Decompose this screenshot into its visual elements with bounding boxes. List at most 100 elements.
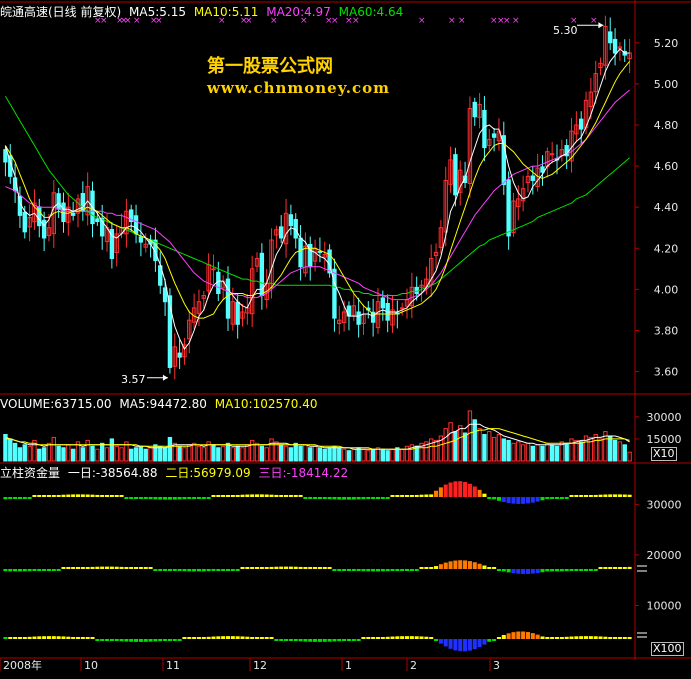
fund-bar [138,639,143,642]
fund-bar [211,495,216,497]
volume-tick-label: 15000 [647,433,682,446]
volume-bar [327,447,332,462]
fund-bar [264,637,269,639]
volume-bar [114,445,119,462]
fund-bar [259,637,264,639]
volume-bar [598,438,603,462]
volume-bar [269,438,274,462]
fund-bar [119,495,124,497]
fund-tick-label: 30000 [647,498,682,511]
fund-bar [100,639,105,641]
volume-bar [240,447,245,462]
volume-bar [182,447,187,462]
fund-bar [598,494,603,497]
fund-bar [337,569,342,571]
fund-bar [496,497,501,501]
fund-bar [467,561,472,569]
fund-bar [42,636,47,639]
fund-bar [356,569,361,572]
fund-bar [221,495,226,497]
fund-bar [138,567,143,569]
fund-bar [588,569,593,571]
fund-bar [240,636,245,639]
fund-bar [158,569,163,571]
fund-bar [366,569,371,572]
fund-bar [124,497,129,499]
fund-bar [245,494,250,497]
volume-bar [337,447,342,462]
volume-bar [220,445,226,462]
fund-bar [56,569,61,571]
fund-bar [448,639,453,649]
ma20-line [5,89,630,301]
volume-bar [443,428,448,462]
fund-bar [371,569,376,572]
fund-bar [598,636,603,639]
candle-body [70,212,76,216]
fund-bar [554,637,560,639]
volume-bar [177,445,182,462]
volume-bar [462,432,468,462]
volume-bar [66,444,71,462]
fund-bar [409,569,414,571]
ma10-label: MA10:5.11 [193,5,259,19]
fund-bar [303,639,308,642]
volume-bar [264,447,269,462]
fund-bar [51,636,56,639]
fund-bar [487,497,492,499]
fund-bar [269,637,274,639]
volume-bar [56,445,61,462]
fund-bar [172,497,177,500]
ma10-line [4,60,630,319]
fund-day3-label: 三日:-18414.22 [258,466,349,480]
fund-bar [13,569,18,572]
price-tick-label: 4.00 [654,283,679,296]
fund-bar [177,569,182,571]
fund-bar [187,569,192,572]
volume-ma5-label: MA5:94472.80 [119,397,207,411]
fund-bar [216,495,221,497]
xaxis-tick-label: 11 [166,659,180,672]
price-header: 皖通高速(日线 前复权) MA5:5.15 MA10:5.11 MA20:4.9… [0,5,403,19]
volume-bar [70,448,76,462]
volume-bar [279,444,284,462]
volume-bar [138,445,144,462]
volume-bar [622,444,627,462]
price-tick-label: 4.80 [654,119,679,132]
fund-bar [109,639,114,641]
volume-bar [487,431,492,462]
volume-bar [375,447,381,462]
xaxis-tick-label: 2 [410,659,417,672]
fund-bar [80,637,85,639]
volume-bar [119,447,124,462]
fund-bar [337,639,342,642]
fund-bar [400,569,405,571]
high-arrow-head [598,22,604,29]
fund-bar [269,566,274,569]
fund-bar [530,497,535,503]
price-tick-label: 4.60 [654,160,679,173]
fund-bar [574,636,579,639]
fund-bar [424,567,429,569]
volume-bar [298,445,303,462]
fund-bar [375,569,381,572]
low-annotation: 3.57 [121,373,146,386]
volume-bar [109,438,115,462]
fund-bar [434,639,439,641]
fund-bar [182,637,187,639]
volume-bar [370,448,376,462]
fund-bar [182,497,187,500]
signal-marker: × [448,16,456,26]
fund-bar [496,569,501,571]
fund-bar [114,639,119,642]
ma5-label: MA5:5.15 [129,5,186,19]
fund-bar [472,562,477,569]
volume-bar [293,442,298,462]
fund-bar [279,495,284,497]
fund-bar [545,569,550,572]
fund-bar [85,637,90,639]
fund-bar [351,639,356,641]
fund-bar [535,497,540,502]
fund-bar [409,636,414,639]
volume-bar [351,448,356,462]
